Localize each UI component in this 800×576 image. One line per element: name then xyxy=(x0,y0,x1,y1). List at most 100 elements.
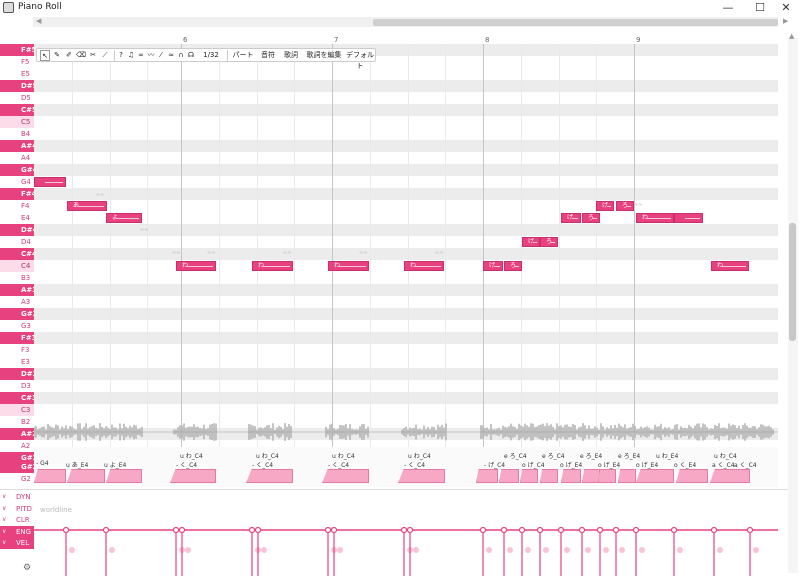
phoneme-block[interactable] xyxy=(476,469,498,483)
piano-key[interactable]: E5 xyxy=(0,68,34,80)
eraser-tool-icon[interactable]: ⌫ xyxy=(76,50,86,61)
close-button[interactable]: ✕ xyxy=(774,0,798,16)
note[interactable]: げ xyxy=(483,261,503,271)
horizontal-scroll-thumb[interactable] xyxy=(373,19,778,26)
phoneme-block[interactable] xyxy=(636,469,674,483)
expression-vel[interactable]: ∨ VEL xyxy=(0,537,34,549)
piano-key[interactable]: A3 xyxy=(0,296,34,308)
piano-key[interactable]: F3 xyxy=(0,344,34,356)
note[interactable] xyxy=(674,213,703,223)
piano-key[interactable]: D3 xyxy=(0,380,34,392)
link-icon[interactable]: ∞ xyxy=(137,50,145,61)
phoneme-block[interactable] xyxy=(520,469,538,483)
piano-key[interactable]: D#4 xyxy=(0,224,38,236)
piano-key[interactable]: D4 xyxy=(0,236,34,248)
piano-key[interactable]: A#3 xyxy=(0,284,37,296)
piano-key[interactable]: B3 xyxy=(0,272,34,284)
note-icon[interactable]: ♫ xyxy=(127,50,135,61)
piano-key[interactable]: C5 xyxy=(0,116,34,128)
menu-default[interactable]: デフォルト xyxy=(345,50,375,70)
scroll-up-arrow-icon[interactable]: ▲ xyxy=(789,32,794,40)
horizontal-scrollbar[interactable] xyxy=(33,17,778,27)
headphones-icon[interactable]: ☊ xyxy=(187,50,195,61)
note[interactable]: あ xyxy=(67,201,107,211)
chevron-down-icon[interactable]: ∨ xyxy=(2,514,6,526)
note[interactable]: わ xyxy=(636,213,674,223)
menu-part[interactable]: パート xyxy=(232,50,254,61)
piano-key[interactable]: A2 xyxy=(0,440,34,452)
piano-key[interactable]: C3 xyxy=(0,404,34,416)
phoneme-block[interactable] xyxy=(106,469,142,483)
piano-key[interactable]: F#5 xyxy=(0,44,37,56)
piano-key[interactable]: F#3 xyxy=(0,332,37,344)
note[interactable]: わ xyxy=(711,261,749,271)
menu-lyric[interactable]: 歌詞 xyxy=(281,50,301,61)
piano-key[interactable]: C#3 xyxy=(0,392,37,404)
phoneme-block[interactable] xyxy=(322,469,369,483)
menu-note[interactable]: 音符 xyxy=(258,50,278,61)
phoneme-block[interactable] xyxy=(540,469,558,483)
scroll-right-arrow-icon[interactable]: ▶ xyxy=(783,17,788,25)
piano-key[interactable]: D5 xyxy=(0,92,34,104)
pitch-curve-icon[interactable]: 〰 xyxy=(147,50,155,61)
piano-key[interactable]: E4 xyxy=(0,212,34,224)
phoneme-block[interactable] xyxy=(499,469,519,483)
chevron-down-icon[interactable]: ∨ xyxy=(2,526,6,538)
piano-key[interactable]: C#4 xyxy=(0,248,37,260)
note[interactable] xyxy=(34,177,66,187)
phoneme-block[interactable] xyxy=(398,469,445,483)
piano-key[interactable]: E3 xyxy=(0,356,34,368)
knife-tool-icon[interactable]: ✂ xyxy=(88,50,98,61)
pen-tool-icon[interactable]: ✎ xyxy=(52,50,62,61)
piano-key[interactable]: G3 xyxy=(0,320,34,332)
note[interactable]: げ xyxy=(522,237,540,247)
snap-value[interactable]: 1/32 xyxy=(199,50,223,61)
piano-key[interactable]: C#5 xyxy=(0,104,37,116)
vibrato-icon[interactable]: ≈ xyxy=(167,50,175,61)
piano-key[interactable]: G#4 xyxy=(0,164,37,176)
note[interactable]: ろ xyxy=(540,237,558,247)
phoneme-block[interactable] xyxy=(561,469,581,483)
phoneme-block[interactable] xyxy=(170,469,216,483)
piano-key[interactable]: F4 xyxy=(0,200,34,212)
piano-key[interactable]: G#3 xyxy=(0,308,37,320)
piano-key[interactable]: B4 xyxy=(0,128,34,140)
piano-key[interactable]: F#4 xyxy=(0,188,37,200)
vertical-scrollbar[interactable] xyxy=(788,38,798,573)
phoneme-block[interactable] xyxy=(34,469,66,483)
phoneme-block[interactable] xyxy=(618,469,636,483)
note[interactable]: わ xyxy=(328,261,369,271)
piano-key[interactable]: C4 xyxy=(0,260,34,272)
maximize-button[interactable]: ☐ xyxy=(748,0,772,16)
note[interactable]: ろ xyxy=(616,201,634,211)
phoneme-block[interactable] xyxy=(246,469,293,483)
piano-key[interactable]: A4 xyxy=(0,152,34,164)
phoneme-track[interactable]: u わ_C4 u わ_C4 u わ_C4 u わ_C4 e ろ_C4 e ろ_C4 e ろ_… xyxy=(34,447,778,487)
slope-icon[interactable]: ⁄ xyxy=(157,50,165,61)
phoneme-block[interactable] xyxy=(598,469,616,483)
expression-pitd[interactable]: ∨ PITD xyxy=(0,503,34,515)
arc-icon[interactable]: ∩ xyxy=(177,50,185,61)
piano-key[interactable]: D#3 xyxy=(0,368,38,380)
piano-key[interactable]: G4 xyxy=(0,176,34,188)
menu-edit-lyrics[interactable]: 歌詞を編集 xyxy=(305,50,343,61)
piano-key[interactable]: B2 xyxy=(0,416,34,428)
note-grid[interactable]: 6 7 8 9 あよわわわわげろげろげろげろわわ ≈≈ ≈≈ ≈≈ ≈≈ ≈≈ ≈≈ ≈≈ ≈≈ ≈≈ xyxy=(34,36,778,476)
line-tool-icon[interactable]: ⟋ xyxy=(100,50,110,61)
chevron-down-icon[interactable]: ∨ xyxy=(2,491,6,503)
phoneme-block[interactable] xyxy=(710,469,750,483)
note[interactable]: わ xyxy=(404,261,444,271)
note[interactable]: わ xyxy=(252,261,293,271)
pointer-tool-icon[interactable]: ↖ xyxy=(40,50,50,61)
note[interactable]: げ xyxy=(561,213,581,223)
pen-plus-tool-icon[interactable]: ✐ xyxy=(64,50,74,61)
expression-eng[interactable]: ∨ ENG xyxy=(0,525,34,538)
piano-key[interactable]: F5 xyxy=(0,56,34,68)
phoneme-block[interactable] xyxy=(676,469,708,483)
minimize-button[interactable]: — xyxy=(716,0,740,16)
chevron-down-icon[interactable]: ∨ xyxy=(2,537,6,549)
piano-key[interactable]: A#2 xyxy=(0,428,37,440)
chevron-down-icon[interactable]: ∨ xyxy=(2,503,6,515)
piano-key[interactable]: D#5 xyxy=(0,80,38,92)
expression-dyn[interactable]: ∨ DYN xyxy=(0,491,34,503)
